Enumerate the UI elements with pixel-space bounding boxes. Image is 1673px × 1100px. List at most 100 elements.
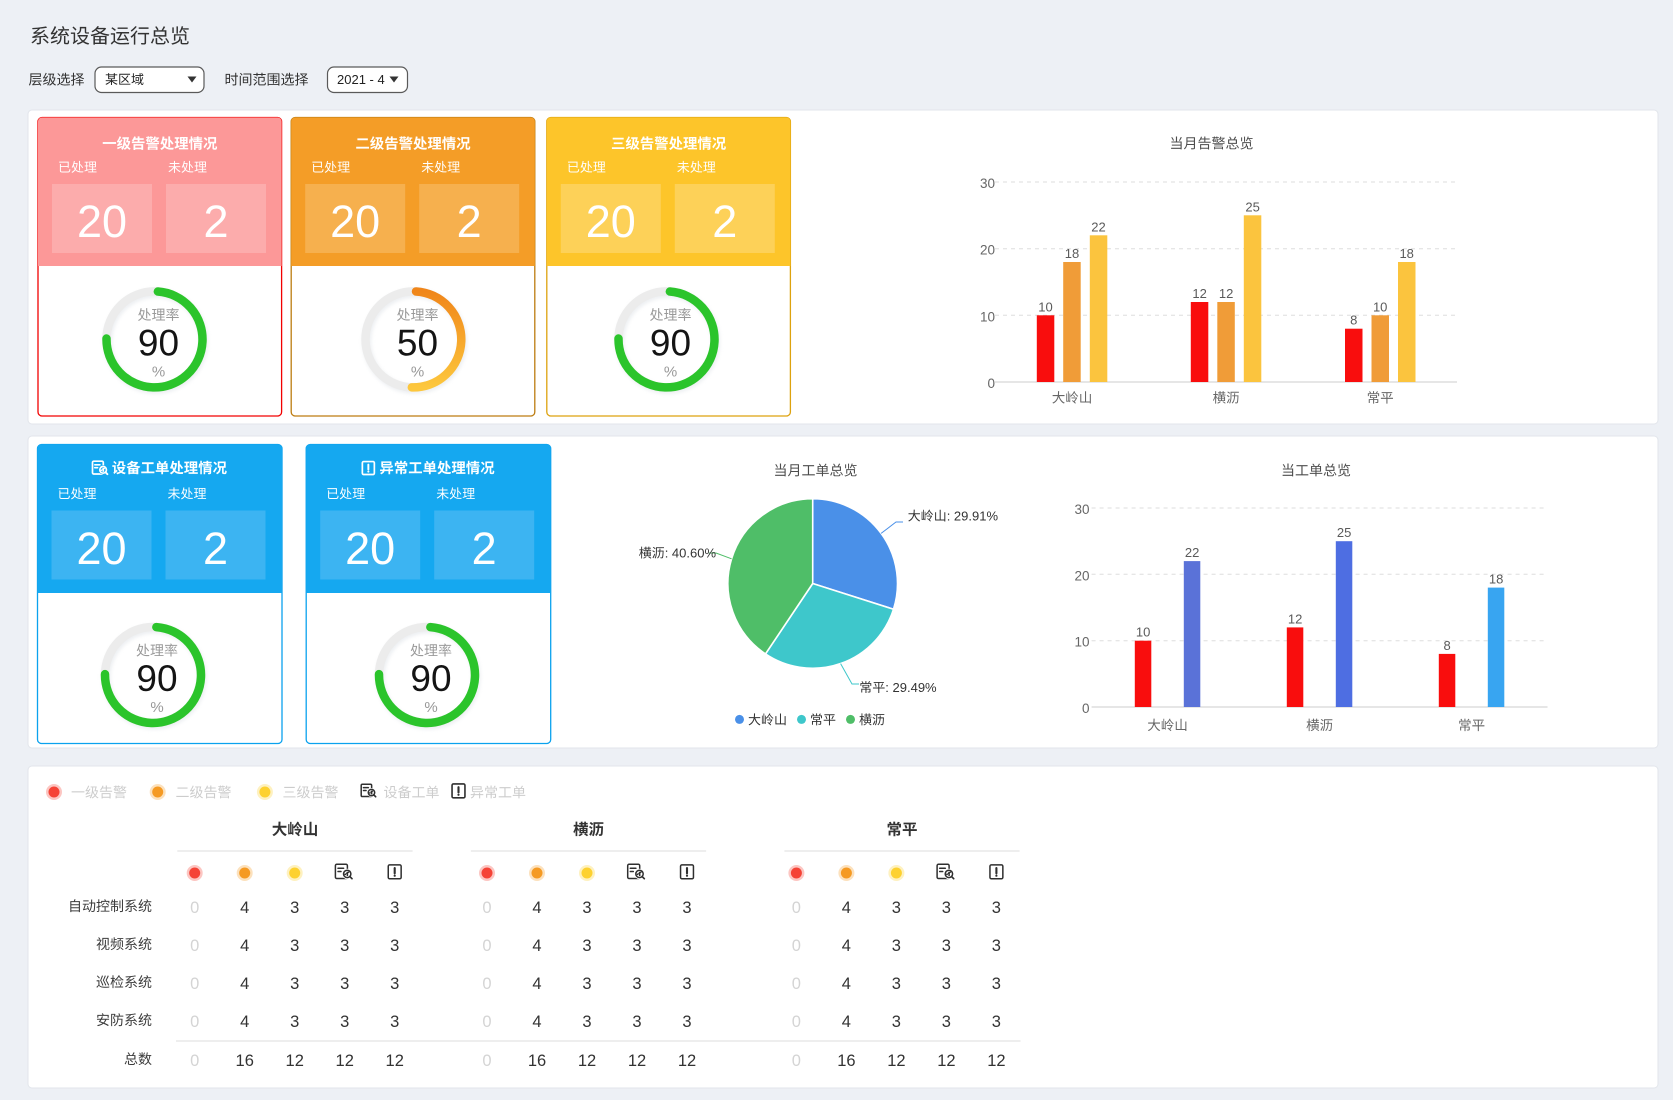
svg-text:2: 2 xyxy=(472,523,497,574)
svg-text:12: 12 xyxy=(628,1052,646,1070)
svg-text:4: 4 xyxy=(532,975,541,993)
svg-text:3: 3 xyxy=(992,899,1001,917)
svg-text:2: 2 xyxy=(203,523,228,574)
svg-text:3: 3 xyxy=(992,937,1001,955)
svg-text:20: 20 xyxy=(345,523,395,574)
svg-text:4: 4 xyxy=(240,937,249,955)
svg-text:0: 0 xyxy=(190,1013,199,1031)
svg-text:0: 0 xyxy=(792,975,801,993)
svg-text:3: 3 xyxy=(340,937,349,955)
svg-text:3: 3 xyxy=(582,899,591,917)
svg-text:3: 3 xyxy=(942,1013,951,1031)
svg-text:0: 0 xyxy=(792,1013,801,1031)
svg-text:25: 25 xyxy=(1337,525,1351,540)
svg-text:3: 3 xyxy=(582,1013,591,1031)
svg-text:12: 12 xyxy=(678,1052,696,1070)
svg-text:3: 3 xyxy=(290,899,299,917)
svg-text:12: 12 xyxy=(578,1052,596,1070)
svg-text:10: 10 xyxy=(1136,625,1150,640)
svg-text:12: 12 xyxy=(887,1052,905,1070)
svg-text:0: 0 xyxy=(792,937,801,955)
svg-text:20: 20 xyxy=(586,196,636,247)
svg-text:8: 8 xyxy=(1350,313,1357,328)
svg-text:4: 4 xyxy=(532,1013,541,1031)
svg-text:3: 3 xyxy=(632,937,641,955)
svg-text:4: 4 xyxy=(842,937,851,955)
svg-text:90: 90 xyxy=(136,658,177,699)
svg-text:18: 18 xyxy=(1489,572,1503,587)
svg-text:%: % xyxy=(411,364,424,381)
svg-text:16: 16 xyxy=(528,1052,546,1070)
svg-text:20: 20 xyxy=(1074,568,1089,583)
svg-text:10: 10 xyxy=(1038,299,1052,314)
svg-text:0: 0 xyxy=(190,899,199,917)
svg-text:3: 3 xyxy=(390,937,399,955)
svg-text:0: 0 xyxy=(987,376,995,391)
svg-text:3: 3 xyxy=(290,975,299,993)
svg-text:0: 0 xyxy=(792,1052,801,1070)
svg-text:3: 3 xyxy=(992,975,1001,993)
svg-text:3: 3 xyxy=(942,975,951,993)
svg-text:3: 3 xyxy=(582,937,591,955)
svg-text:90: 90 xyxy=(650,323,691,364)
svg-text:12: 12 xyxy=(386,1052,404,1070)
svg-text:3: 3 xyxy=(682,899,691,917)
svg-text:3: 3 xyxy=(892,937,901,955)
svg-text:3: 3 xyxy=(632,975,641,993)
svg-text:18: 18 xyxy=(1399,246,1413,261)
svg-text:0: 0 xyxy=(482,975,491,993)
svg-text:0: 0 xyxy=(482,1013,491,1031)
svg-text:4: 4 xyxy=(532,937,541,955)
svg-text:3: 3 xyxy=(682,937,691,955)
svg-text:30: 30 xyxy=(980,176,995,191)
svg-text:: 40.60%: : 40.60% xyxy=(665,546,717,561)
svg-text:20: 20 xyxy=(76,523,126,574)
svg-text:3: 3 xyxy=(682,1013,691,1031)
svg-text:30: 30 xyxy=(1074,502,1089,517)
svg-text:%: % xyxy=(152,364,165,381)
svg-text:3: 3 xyxy=(390,975,399,993)
svg-text:4: 4 xyxy=(532,899,541,917)
svg-text:12: 12 xyxy=(336,1052,354,1070)
svg-text:4: 4 xyxy=(842,1013,851,1031)
svg-text:8: 8 xyxy=(1443,638,1450,653)
svg-text:3: 3 xyxy=(340,975,349,993)
svg-text:3: 3 xyxy=(290,937,299,955)
svg-text:12: 12 xyxy=(987,1052,1005,1070)
svg-text:20: 20 xyxy=(330,196,380,247)
svg-text:3: 3 xyxy=(682,975,691,993)
svg-text:: 29.91%: : 29.91% xyxy=(947,509,999,524)
svg-text:3: 3 xyxy=(290,1013,299,1031)
svg-text:22: 22 xyxy=(1091,219,1105,234)
svg-text:%: % xyxy=(664,364,677,381)
svg-text:%: % xyxy=(424,699,437,716)
svg-text:0: 0 xyxy=(482,1052,491,1070)
svg-text:16: 16 xyxy=(837,1052,855,1070)
svg-text:2: 2 xyxy=(457,196,482,247)
svg-text:3: 3 xyxy=(992,1013,1001,1031)
svg-text:50: 50 xyxy=(397,323,438,364)
svg-text:4: 4 xyxy=(842,975,851,993)
svg-text:2: 2 xyxy=(712,196,737,247)
svg-text:12: 12 xyxy=(1288,611,1302,626)
svg-text:3: 3 xyxy=(892,975,901,993)
svg-text:3: 3 xyxy=(942,899,951,917)
svg-text:4: 4 xyxy=(842,899,851,917)
svg-text:0: 0 xyxy=(482,937,491,955)
svg-text:16: 16 xyxy=(236,1052,254,1070)
svg-text:4: 4 xyxy=(240,975,249,993)
svg-text:20: 20 xyxy=(980,243,995,258)
svg-text:25: 25 xyxy=(1245,199,1259,214)
svg-text:3: 3 xyxy=(892,1013,901,1031)
svg-text:4: 4 xyxy=(240,899,249,917)
svg-text:3: 3 xyxy=(942,937,951,955)
svg-text:0: 0 xyxy=(190,1052,199,1070)
svg-text:18: 18 xyxy=(1065,246,1079,261)
svg-text:12: 12 xyxy=(1219,286,1233,301)
svg-text:2021 - 4: 2021 - 4 xyxy=(337,72,385,87)
svg-text:3: 3 xyxy=(632,1013,641,1031)
svg-text:3: 3 xyxy=(390,899,399,917)
svg-text:10: 10 xyxy=(1373,299,1387,314)
svg-text:10: 10 xyxy=(1074,635,1089,650)
svg-text:3: 3 xyxy=(340,899,349,917)
